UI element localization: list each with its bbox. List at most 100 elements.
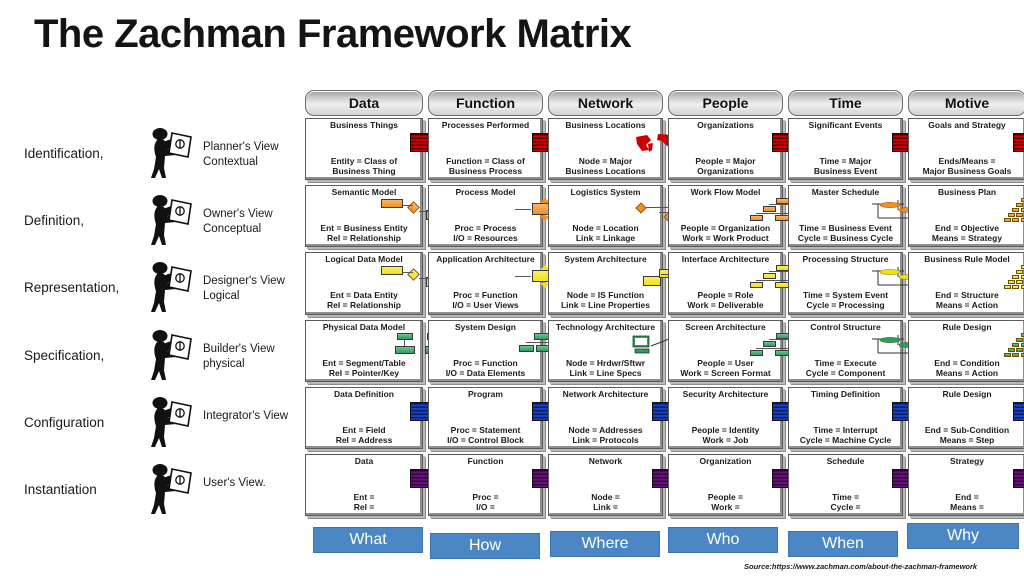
matrix-cell[interactable]: Semantic Model Ent = Business Entity Rel =… (305, 185, 450, 247)
matrix-cell[interactable]: Application Architecture Proc = Function I… (428, 252, 572, 315)
column-header-network[interactable]: Network (548, 90, 663, 116)
matrix-cell-definition-line2: Link = (593, 501, 618, 512)
perspective-view-label: User's View. (203, 476, 299, 491)
matrix-cell[interactable]: Strategy End = Means = (908, 454, 1024, 516)
perspective-stage-label: Instantiation (24, 482, 97, 497)
matrix-cell-definition: Node = Addresses Link = Protocols (568, 425, 642, 445)
matrix-cell[interactable]: Screen Architecture People = User Work = S… (668, 320, 814, 382)
matrix-cell-definition-line2: Means = Action (935, 299, 999, 310)
matrix-cell[interactable]: Rule Design End = Sub-Condition Means = St… (908, 387, 1024, 449)
matrix-cell-definition-line2: Cycle = Processing (806, 299, 885, 310)
matrix-cell[interactable]: Business Plan End = Objective Means = Stra… (908, 185, 1024, 247)
matrix-cell[interactable]: System Architecture Node = IS Function Lin… (548, 252, 694, 315)
matrix-cell[interactable]: Goals and Strategy Ends/Means = Major Busi… (908, 118, 1024, 180)
interrogative-button-how[interactable]: How (430, 533, 540, 559)
matrix-cell-definition-line2: Cycle = Machine Cycle (799, 434, 892, 445)
column-header-data[interactable]: Data (305, 90, 423, 116)
integrator-figure (143, 393, 197, 449)
matrix-cell-title: Business Things (329, 120, 398, 130)
matrix-cell-definition: Node = Link = (591, 492, 620, 512)
matrix-cell-title: Interface Architecture (681, 254, 770, 264)
matrix-cell[interactable]: Timing Definition Time = Interrupt Cycle =… (788, 387, 914, 449)
matrix-cell-definition-line2: Link = Line Properties (560, 299, 651, 310)
interrogative-button-what[interactable]: What (313, 527, 423, 553)
matrix-cell[interactable]: Control Structure Time = Execute Cycle = C… (788, 320, 934, 382)
matrix-cell-title: Network Architecture (562, 389, 649, 399)
matrix-cell[interactable]: Business Things Entity = Class of Business… (305, 118, 432, 180)
matrix-cell-definition-line1: Node = (591, 491, 620, 502)
column-header-time[interactable]: Time (788, 90, 903, 116)
matrix-cell-definition-line1: Node = Hrdwr/Sftwr (565, 357, 646, 368)
matrix-cell[interactable]: Process Model Proc = Process I/O = Resourc… (428, 185, 572, 247)
matrix-cell-definition-line1: End = Objective (934, 222, 999, 233)
matrix-cell[interactable]: Logical Data Model Ent = Data Entity Rel =… (305, 252, 450, 315)
matrix-cell-definition-line1: Proc = (472, 491, 499, 502)
interrogative-label: Why (947, 527, 979, 544)
matrix-cell[interactable]: Technology Architecture Node = Hrdwr/Sftw… (548, 320, 693, 382)
matrix-row-physical: Physical Data Model Ent = Segment/Table Re… (300, 320, 1024, 386)
matrix-cell[interactable]: Logistics System Node = Location Link = Li… (548, 185, 689, 247)
perspective-view-name: Builder's View (203, 343, 275, 355)
column-header-function[interactable]: Function (428, 90, 543, 116)
column-header-people[interactable]: People (668, 90, 783, 116)
matrix-cell[interactable]: Network Node = Link = (548, 454, 674, 516)
matrix-cell-title: Physical Data Model (322, 322, 406, 332)
interrogative-label: How (468, 537, 501, 554)
interrogative-button-who[interactable]: Who (668, 527, 778, 553)
matrix-cell-definition-line2: Cycle = (830, 501, 861, 512)
matrix-cell-definition: Time = Cycle = (830, 492, 860, 512)
matrix-cell[interactable]: Business Locations Node = Major Business L… (548, 118, 691, 180)
matrix-cell[interactable]: Organization People = Work = (668, 454, 794, 516)
column-header-label: Time (829, 95, 862, 111)
matrix-cell-definition: Ent = Segment/Table Rel = Pointer/Key (322, 358, 405, 378)
matrix-cell-definition: End = Means = (950, 492, 984, 512)
interrogative-button-where[interactable]: Where (550, 531, 660, 557)
matrix-cell[interactable]: Program Proc = Statement I/O = Control Blo… (428, 387, 554, 449)
matrix-cell[interactable]: Business Rule Model End = Structure Means … (908, 252, 1024, 315)
perspectives-column: Identification, Planner's View Contextual D… (0, 118, 300, 518)
matrix-cell-definition-line1: Proc = Statement (450, 424, 521, 435)
matrix-cell[interactable]: Physical Data Model Ent = Segment/Table Re… (305, 320, 445, 382)
matrix-cell[interactable]: Security Architecture People = Identity Wo… (668, 387, 794, 449)
matrix-cell[interactable]: Rule Design End = Condition Means = Action (908, 320, 1024, 382)
matrix-cell-definition: Node = Major Business Locations (565, 156, 645, 176)
matrix-cell-definition: Node = IS Function Link = Line Properties (561, 290, 650, 310)
matrix-cell-definition: People = User Work = Screen Format (680, 358, 770, 378)
interrogative-label: Who (706, 531, 740, 548)
matrix-cell-definition-line2: Link = Line Specs (569, 367, 642, 378)
matrix-cell-definition: Node = Hrdwr/Sftwr Link = Line Specs (566, 358, 645, 378)
matrix-cell[interactable]: Master Schedule Time = Business Event Cycl… (788, 185, 934, 247)
matrix-cell-definition-line2: Work = (711, 501, 740, 512)
column-header-motive[interactable]: Motive (908, 90, 1024, 116)
matrix-cell[interactable]: System Design Proc = Function I/O = Data E… (428, 320, 568, 382)
perspective-level-name: physical (203, 357, 245, 370)
matrix-cell-title: Control Structure (810, 322, 881, 332)
interrogative-button-why[interactable]: Why (907, 523, 1019, 549)
interrogative-button-when[interactable]: When (788, 531, 898, 557)
matrix-cell-definition-line1: People = Identity (691, 424, 760, 435)
matrix-cell[interactable]: Significant Events Time = Major Business E… (788, 118, 914, 180)
matrix-cell-definition-line2: I/O = (476, 501, 495, 512)
matrix-cell-definition-line2: Business Thing (332, 165, 396, 176)
matrix-cell-definition-line1: Time = System Event (802, 289, 889, 300)
matrix-cell[interactable]: Network Architecture Node = Addresses Link… (548, 387, 674, 449)
matrix-cell-title: Goals and Strategy (928, 120, 1006, 130)
matrix-cell-definition-line1: End = Condition (934, 357, 1000, 368)
matrix-cell-definition-line2: Business Process (448, 165, 523, 176)
matrix-cell[interactable]: Processing Structure Time = System Event C… (788, 252, 934, 315)
matrix-cell-definition-line2: I/O = Control Block (447, 434, 524, 445)
matrix-cell-title: Program (468, 389, 503, 399)
matrix-cell-definition-line1: Time = (831, 491, 859, 502)
designer-figure (143, 258, 197, 314)
matrix-cell[interactable]: Interface Architecture People = Role Work … (668, 252, 814, 315)
matrix-cell[interactable]: Organizations People = Major Organizations (668, 118, 794, 180)
matrix-cell[interactable]: Processes Performed Function = Class of Bu… (428, 118, 554, 180)
matrix-cell-definition-line1: Proc = Process (454, 222, 517, 233)
matrix-cell[interactable]: Function Proc = I/O = (428, 454, 554, 516)
matrix-cell-definition-line1: Time = Interrupt (813, 424, 878, 435)
matrix-cell-definition-line2: Cycle = Component (805, 367, 886, 378)
matrix-cell[interactable]: Data Definition Ent = Field Rel = Address (305, 387, 432, 449)
matrix-cell[interactable]: Schedule Time = Cycle = (788, 454, 914, 516)
matrix-cell[interactable]: Data Ent = Rel = (305, 454, 432, 516)
matrix-cell[interactable]: Work Flow Model People = Organization Work… (668, 185, 814, 247)
